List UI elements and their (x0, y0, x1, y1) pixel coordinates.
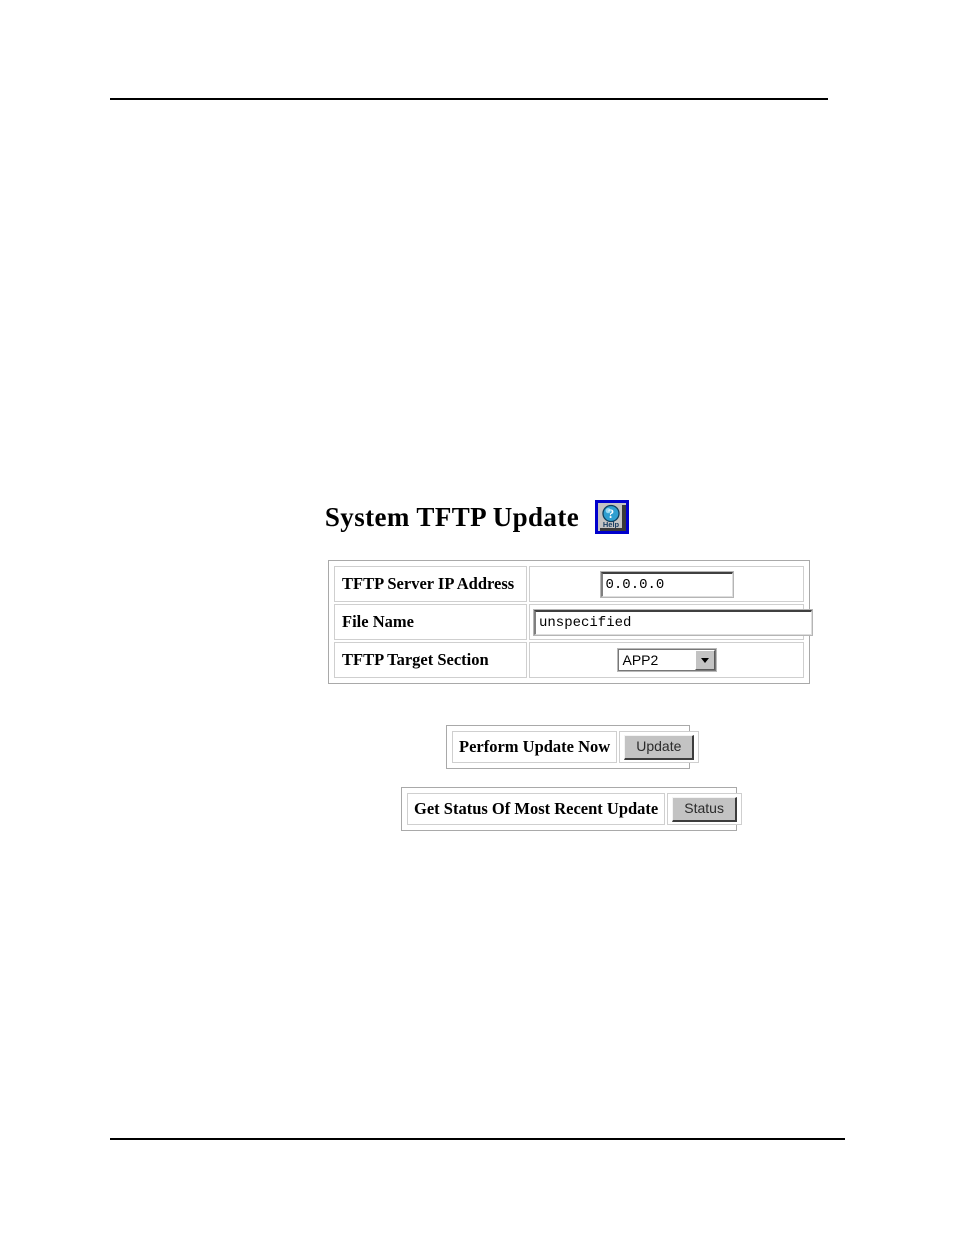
cell-status-button: Status (667, 793, 742, 825)
help-icon[interactable]: ? Help (595, 500, 630, 534)
page-title-block: System TFTP Update ? Help (0, 500, 954, 534)
field-cell-tftp-target-section: APP2 (529, 642, 804, 678)
label-perform-update-now: Perform Update Now (452, 731, 618, 763)
label-tftp-target-section: TFTP Target Section (334, 642, 527, 678)
file-name-input[interactable]: unspecified (533, 608, 813, 636)
field-cell-tftp-server-ip-address: 0.0.0.0 (529, 566, 804, 602)
label-tftp-server-ip-address: TFTP Server IP Address (334, 566, 527, 602)
field-cell-file-name: unspecified (529, 604, 813, 640)
table-row: Get Status Of Most Recent Update Status (407, 793, 742, 825)
help-icon-shadow-bottom (600, 528, 627, 531)
table-row: File Name unspecified (334, 604, 813, 640)
perform-update-table: Perform Update Now Update (446, 725, 700, 769)
page-header-rule (110, 98, 828, 100)
table-row: TFTP Target Section APP2 (334, 642, 804, 678)
table-row: Perform Update Now Update (452, 731, 700, 763)
status-button[interactable]: Status (672, 796, 737, 822)
page-footer-rule (110, 1138, 845, 1140)
chevron-down-icon[interactable] (694, 650, 715, 670)
table-row: TFTP Server IP Address 0.0.0.0 (334, 566, 804, 602)
get-status-table: Get Status Of Most Recent Update Status (401, 787, 742, 831)
tftp-settings-table: TFTP Server IP Address 0.0.0.0 File Name… (328, 560, 813, 684)
page-title: System TFTP Update (324, 501, 580, 532)
update-button[interactable]: Update (624, 734, 695, 760)
tftp-server-ip-address-input[interactable]: 0.0.0.0 (599, 570, 734, 598)
cell-update-button: Update (619, 731, 700, 763)
label-file-name: File Name (334, 604, 527, 640)
svg-text:?: ? (608, 507, 614, 521)
label-get-status-of-most-recent-update: Get Status Of Most Recent Update (407, 793, 666, 825)
tftp-target-section-selected-value: APP2 (622, 652, 659, 668)
tftp-target-section-select[interactable]: APP2 (616, 648, 717, 672)
